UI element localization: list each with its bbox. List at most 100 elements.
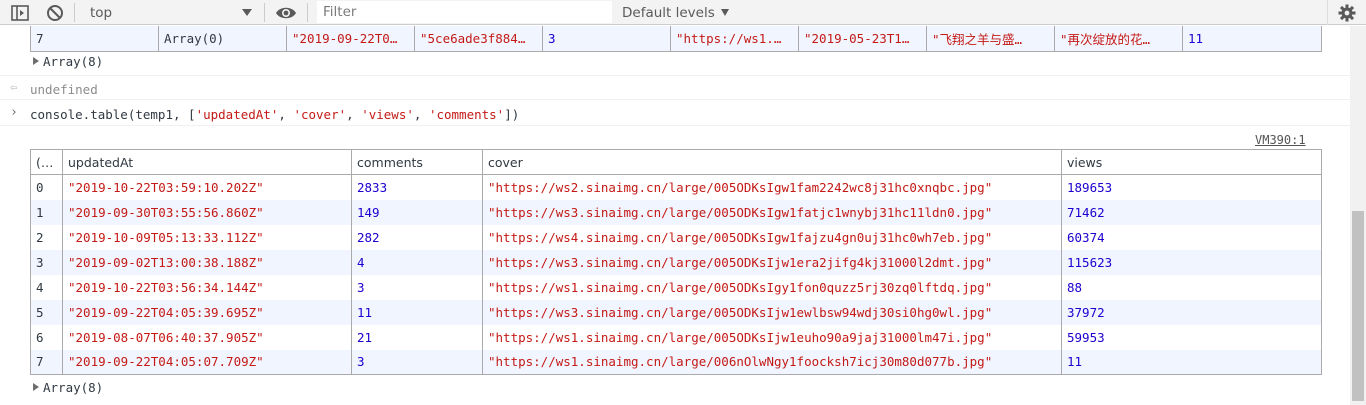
column-header-comments[interactable]: comments	[351, 149, 483, 175]
command-sep: ,	[413, 107, 429, 122]
console-messages: 7 Array(0) "2019-09-22T0… "5ce6ade3f884……	[0, 26, 1350, 405]
command-sep: ,	[346, 107, 362, 122]
cell-cover: "https://ws3.sinaimg.cn/large/005ODKsIgw…	[482, 199, 1062, 225]
table-row: 5 "2019-09-22T04:05:39.695Z" 11 "https:/…	[30, 299, 1322, 325]
console-toolbar: top Default levels	[0, 0, 1366, 25]
table-row: 7 "2019-09-22T04:05:07.709Z" 3 "https://…	[30, 349, 1322, 375]
table-row: 1 "2019-09-30T03:55:56.860Z" 149 "https:…	[30, 199, 1322, 225]
row-index: 1	[36, 204, 44, 220]
vertical-scrollbar[interactable]	[1350, 26, 1366, 405]
command-text: console.table(temp1, ['updatedAt', 'cove…	[30, 107, 519, 122]
expand-triangle-icon	[33, 57, 39, 65]
cell-updatedat: "2019-09-30T03:55:56.860Z"	[62, 199, 352, 225]
live-expression-button[interactable]	[272, 0, 300, 25]
cell-updatedat: "2019-10-09T05:13:33.112Z"	[62, 224, 352, 250]
cell-cover: "https://ws2.sinaimg.cn/large/005ODKsIgw…	[482, 174, 1062, 200]
block-icon	[47, 4, 63, 21]
sidebar-icon	[11, 4, 29, 21]
row-index: 5	[36, 304, 44, 320]
table-row: 0 "2019-10-22T03:59:10.202Z" 2833 "https…	[30, 174, 1322, 200]
command-suffix: ])	[504, 107, 520, 122]
filter-input[interactable]	[323, 4, 612, 20]
cell-views: 88	[1061, 274, 1322, 300]
row-index: 6	[36, 329, 44, 345]
toolbar-divider	[307, 3, 308, 22]
cell-updatedat: "2019-09-22T04:05:07.709Z"	[62, 349, 352, 375]
array-expander[interactable]: Array(8)	[33, 54, 103, 69]
context-label: top	[90, 4, 113, 21]
cell-cover: "https://ws3.sinaimg.cn/large/005ODKsIjw…	[482, 249, 1062, 275]
log-levels-dropdown[interactable]: Default levels	[622, 0, 729, 25]
cell-updatedat: "2019-08-07T06:40:37.905Z"	[62, 324, 352, 350]
cell-cover: "https://ws3.sinaimg.cn/large/005ODKsIjw…	[482, 299, 1062, 325]
table-row: 4 "2019-10-22T03:56:34.144Z" 3 "https://…	[30, 274, 1322, 300]
cell-comments: 2833	[351, 174, 483, 200]
command-arg: 'updatedAt'	[195, 107, 279, 122]
cell-comments: 149	[351, 199, 483, 225]
cell-updatedat: "2019-09-22T04:05:39.695Z"	[62, 299, 352, 325]
table-cell: 7	[36, 30, 44, 46]
table-cell: "2019-05-23T1…	[798, 26, 927, 51]
column-header-views[interactable]: views	[1061, 149, 1322, 175]
cell-views: 59953	[1061, 324, 1322, 350]
table-cell: 3	[542, 26, 671, 51]
cell-updatedat: "2019-10-22T03:56:34.144Z"	[62, 274, 352, 300]
result-arrow-icon: ⇦	[10, 80, 18, 94]
table-row: 2 "2019-10-09T05:13:33.112Z" 282 "https:…	[30, 224, 1322, 250]
cell-comments: 21	[351, 324, 483, 350]
command-arg: 'cover'	[293, 107, 347, 122]
context-selector[interactable]: top	[84, 0, 256, 25]
row-index: 7	[36, 354, 44, 370]
table-row: 7 Array(0) "2019-09-22T0… "5ce6ade3f884……	[30, 26, 1322, 51]
filter-field[interactable]	[317, 1, 612, 23]
command-arg: 'views'	[361, 107, 414, 122]
levels-label: Default levels	[622, 4, 715, 21]
console-table: (… updatedAt comments cover views 0 "201…	[30, 149, 1322, 375]
cell-views: 189653	[1061, 174, 1322, 200]
command-sep: ,	[278, 107, 294, 122]
cell-updatedat: "2019-10-22T03:59:10.202Z"	[62, 174, 352, 200]
cell-comments: 4	[351, 249, 483, 275]
toolbar-divider	[74, 3, 75, 22]
eye-icon	[276, 7, 296, 18]
table-cell: 11	[1182, 26, 1322, 51]
prompt-chevron-icon: ›	[10, 105, 18, 120]
table-cell: "2019-09-22T0…	[286, 26, 415, 51]
array-label: Array(8)	[43, 54, 104, 69]
table-cell: "飞翔之羊与盛…	[926, 26, 1055, 51]
source-link[interactable]: VM390:1	[1255, 133, 1306, 147]
column-header-updatedat[interactable]: updatedAt	[62, 149, 352, 175]
chevron-down-icon	[720, 9, 729, 16]
toolbar-divider	[264, 3, 265, 22]
undefined-result: undefined	[30, 82, 98, 97]
cell-views: 71462	[1061, 199, 1322, 225]
table-header-row: (… updatedAt comments cover views	[30, 149, 1322, 175]
column-header-index[interactable]: (…	[30, 149, 63, 175]
cell-views: 60374	[1061, 224, 1322, 250]
cell-cover: "https://ws1.sinaimg.cn/large/006nOlwNgy…	[482, 349, 1062, 375]
toggle-sidebar-button[interactable]	[6, 0, 34, 25]
cell-comments: 11	[351, 299, 483, 325]
cell-comments: 3	[351, 274, 483, 300]
column-header-cover[interactable]: cover	[482, 149, 1062, 175]
command-message: › console.table(temp1, ['updatedAt', 'co…	[0, 101, 1350, 126]
clear-console-button[interactable]	[41, 0, 69, 25]
expand-triangle-icon	[33, 383, 39, 391]
cell-views: 115623	[1061, 249, 1322, 275]
previous-table: 7 Array(0) "2019-09-22T0… "5ce6ade3f884……	[30, 26, 1322, 52]
scrollbar-thumb[interactable]	[1352, 211, 1364, 401]
console-settings-button[interactable]	[1327, 0, 1366, 25]
cell-cover: "https://ws1.sinaimg.cn/large/005ODKsIjw…	[482, 324, 1062, 350]
array-expander[interactable]: Array(8)	[33, 380, 103, 395]
command-prefix: console.table(temp1, [	[30, 107, 196, 122]
cell-updatedat: "2019-09-02T13:00:38.188Z"	[62, 249, 352, 275]
cell-views: 11	[1061, 349, 1322, 375]
table-row: 6 "2019-08-07T06:40:37.905Z" 21 "https:/…	[30, 324, 1322, 350]
command-arg: 'comments'	[428, 107, 505, 122]
chevron-down-icon	[242, 9, 252, 16]
gear-icon	[1338, 4, 1356, 21]
table-cell: "https://ws1.…	[670, 26, 799, 51]
row-index: 2	[36, 229, 44, 245]
row-index: 0	[36, 179, 44, 195]
row-index: 4	[36, 279, 44, 295]
